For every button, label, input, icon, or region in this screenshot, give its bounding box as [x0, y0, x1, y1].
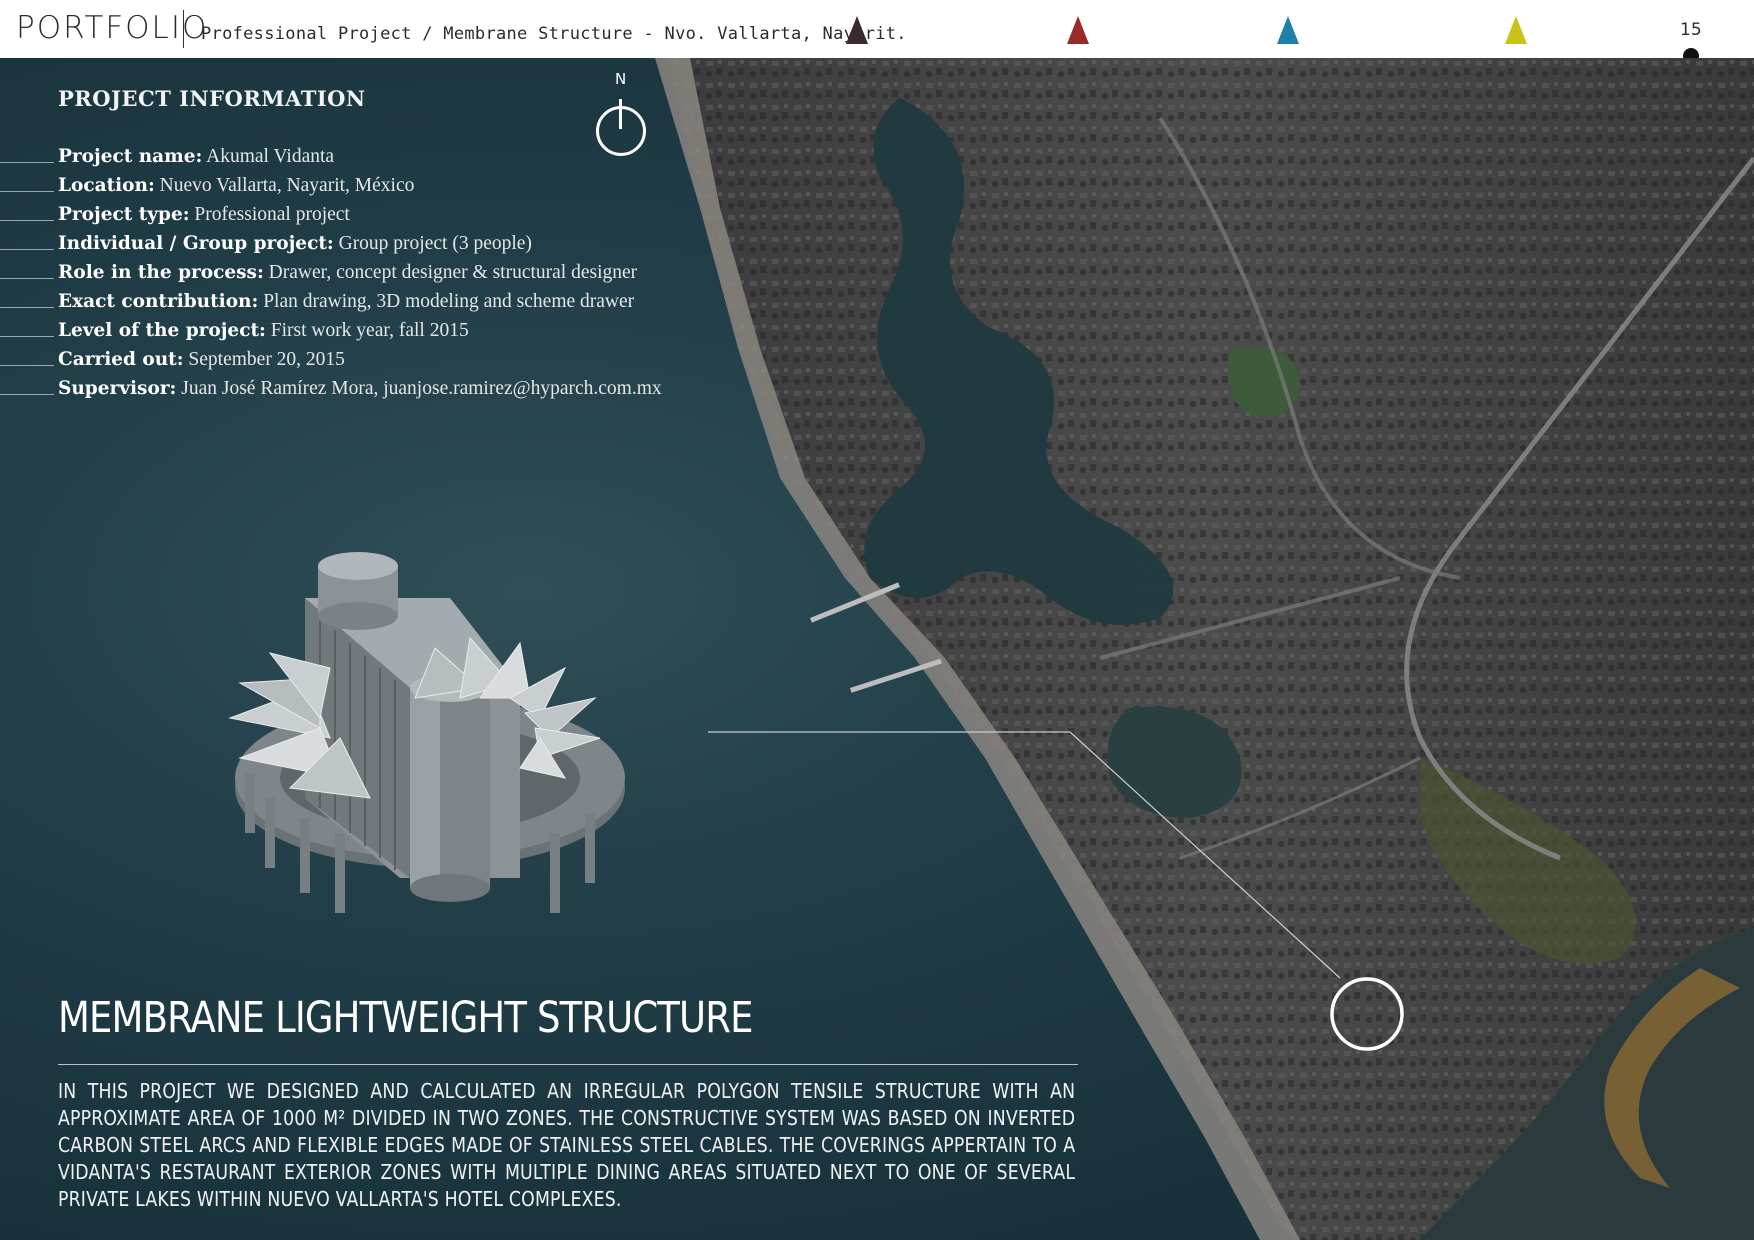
info-row: Individual / Group project: Group projec…	[0, 229, 662, 258]
info-value: Professional project	[194, 204, 350, 225]
north-stem	[619, 99, 622, 129]
main-panel: PROJECT INFORMATION Project name: Akumal…	[0, 58, 1754, 1240]
info-row: Supervisor: Juan José Ramírez Mora, juan…	[0, 374, 662, 403]
info-row: Project name: Akumal Vidanta	[0, 142, 662, 171]
triangle-marker-icon	[1067, 16, 1089, 44]
leader-line	[0, 307, 54, 308]
north-arrow-icon: N	[592, 70, 652, 156]
portfolio-brand: PORTFOLIO	[16, 10, 209, 46]
leader-line	[0, 394, 54, 395]
info-label: Role in the process:	[58, 262, 264, 283]
project-information-heading: PROJECT INFORMATION	[58, 86, 366, 111]
info-value: Plan drawing, 3D modeling and scheme dra…	[263, 291, 635, 312]
project-description: In this project we designed and calculat…	[58, 1079, 1076, 1211]
info-row: Carried out: September 20, 2015	[0, 345, 662, 374]
info-value: Juan José Ramírez Mora, juanjose.ramirez…	[181, 378, 662, 399]
info-row: Level of the project: First work year, f…	[0, 316, 662, 345]
info-row: Exact contribution: Plan drawing, 3D mod…	[0, 287, 662, 316]
info-value: Nuevo Vallarta, Nayarit, México	[159, 175, 415, 196]
section-title: MEMBRANE LIGHTWEIGHT STRUCTURE	[58, 993, 753, 1043]
breadcrumb: Professional Project / Membrane Structur…	[201, 24, 907, 44]
triangle-marker-icon	[846, 16, 868, 44]
info-row: Location: Nuevo Vallarta, Nayarit, Méxic…	[0, 171, 662, 200]
info-value: Group project (3 people)	[338, 233, 532, 254]
title-divider	[58, 1064, 1078, 1065]
leader-line	[0, 336, 54, 337]
info-label: Project name:	[58, 146, 203, 167]
info-label: Individual / Group project:	[58, 233, 334, 254]
membrane-structure-3d-model	[228, 552, 625, 913]
leader-line	[0, 278, 54, 279]
info-value: Akumal Vidanta	[206, 146, 335, 167]
header-divider	[183, 10, 184, 48]
info-row: Project type: Professional project	[0, 200, 662, 229]
triangle-marker-icon	[1505, 16, 1527, 44]
info-label: Level of the project:	[58, 320, 266, 341]
leader-line	[0, 365, 54, 366]
page-header: PORTFOLIO Professional Project / Membran…	[0, 0, 1754, 64]
info-value: Drawer, concept designer & structural de…	[268, 262, 638, 283]
info-label: Supervisor:	[58, 378, 177, 399]
project-information-list: Project name: Akumal Vidanta Location: N…	[0, 142, 662, 403]
info-value: September 20, 2015	[188, 349, 345, 370]
info-label: Exact contribution:	[58, 291, 259, 312]
info-row: Role in the process: Drawer, concept des…	[0, 258, 662, 287]
info-label: Project type:	[58, 204, 190, 225]
triangle-marker-icon	[1277, 16, 1299, 44]
page-number: 15	[1680, 20, 1702, 40]
leader-line	[0, 249, 54, 250]
leader-line	[0, 162, 54, 163]
north-label: N	[615, 70, 627, 88]
leader-line	[0, 191, 54, 192]
info-value: First work year, fall 2015	[270, 320, 469, 341]
info-label: Carried out:	[58, 349, 184, 370]
leader-line	[0, 220, 54, 221]
info-label: Location:	[58, 175, 155, 196]
